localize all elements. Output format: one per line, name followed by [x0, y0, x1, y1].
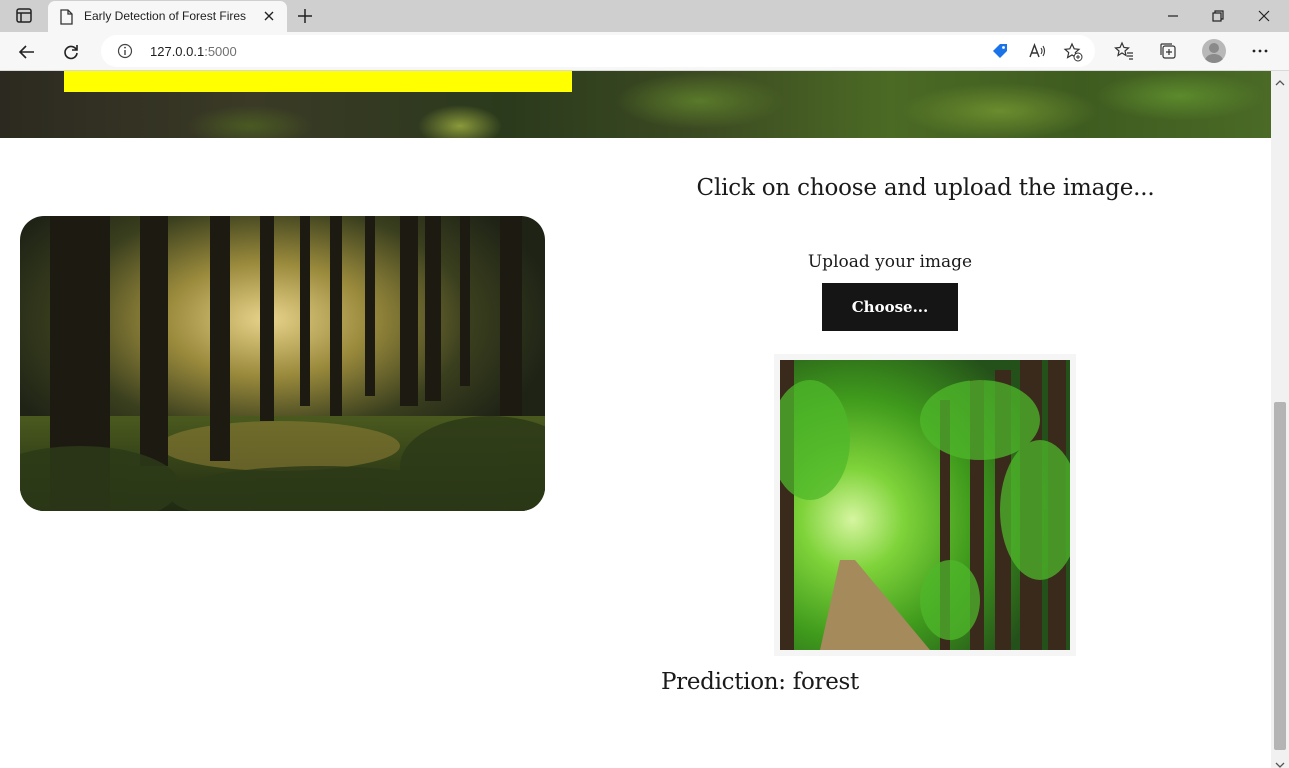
tab-title: Early Detection of Forest Fires [84, 9, 247, 23]
browser-tab-bar: Early Detection of Forest Fires [0, 0, 1289, 32]
new-tab-icon[interactable] [295, 6, 315, 26]
refresh-icon[interactable] [56, 37, 86, 67]
more-icon[interactable] [1250, 41, 1270, 61]
restore-icon[interactable] [1208, 6, 1228, 26]
uploaded-image-preview [774, 354, 1076, 656]
window-close-icon[interactable] [1254, 6, 1274, 26]
url-host: 127.0.0.1 [150, 44, 205, 59]
scroll-up-icon[interactable] [1275, 74, 1285, 86]
read-aloud-icon[interactable] [1028, 42, 1046, 60]
tab-active[interactable]: Early Detection of Forest Fires [48, 1, 287, 32]
address-bar[interactable]: 127.0.0.1:5000 [101, 35, 1095, 67]
hero-forest-banner [0, 71, 1271, 138]
scroll-down-icon[interactable] [1275, 756, 1285, 768]
close-icon[interactable] [262, 9, 276, 23]
scrollbar-thumb[interactable] [1274, 402, 1286, 750]
page-scrollbar[interactable] [1271, 71, 1289, 768]
favorites-icon[interactable] [1114, 41, 1134, 61]
choose-file-button[interactable]: Choose... [822, 283, 958, 331]
add-favorite-icon[interactable] [1063, 42, 1083, 62]
info-icon[interactable] [117, 43, 133, 59]
forest-photo [20, 216, 545, 511]
shopping-tag-icon[interactable] [991, 42, 1009, 60]
url-port: :5000 [204, 44, 237, 59]
profile-avatar[interactable] [1202, 39, 1226, 63]
hero-yellow-band [64, 71, 572, 92]
upload-label: Upload your image [807, 252, 973, 272]
browser-toolbar: 127.0.0.1:5000 [0, 32, 1289, 71]
back-icon[interactable] [12, 37, 42, 67]
url-text[interactable]: 127.0.0.1:5000 [150, 44, 237, 59]
tab-actions-icon[interactable] [12, 7, 36, 25]
collections-icon[interactable] [1158, 41, 1178, 61]
page-heading: Click on choose and upload the image... [696, 175, 1155, 201]
page-viewport: Click on choose and upload the image... … [0, 71, 1271, 768]
page-icon [59, 9, 73, 25]
minimize-icon[interactable] [1163, 6, 1183, 26]
prediction-result: Prediction: forest [661, 669, 859, 695]
